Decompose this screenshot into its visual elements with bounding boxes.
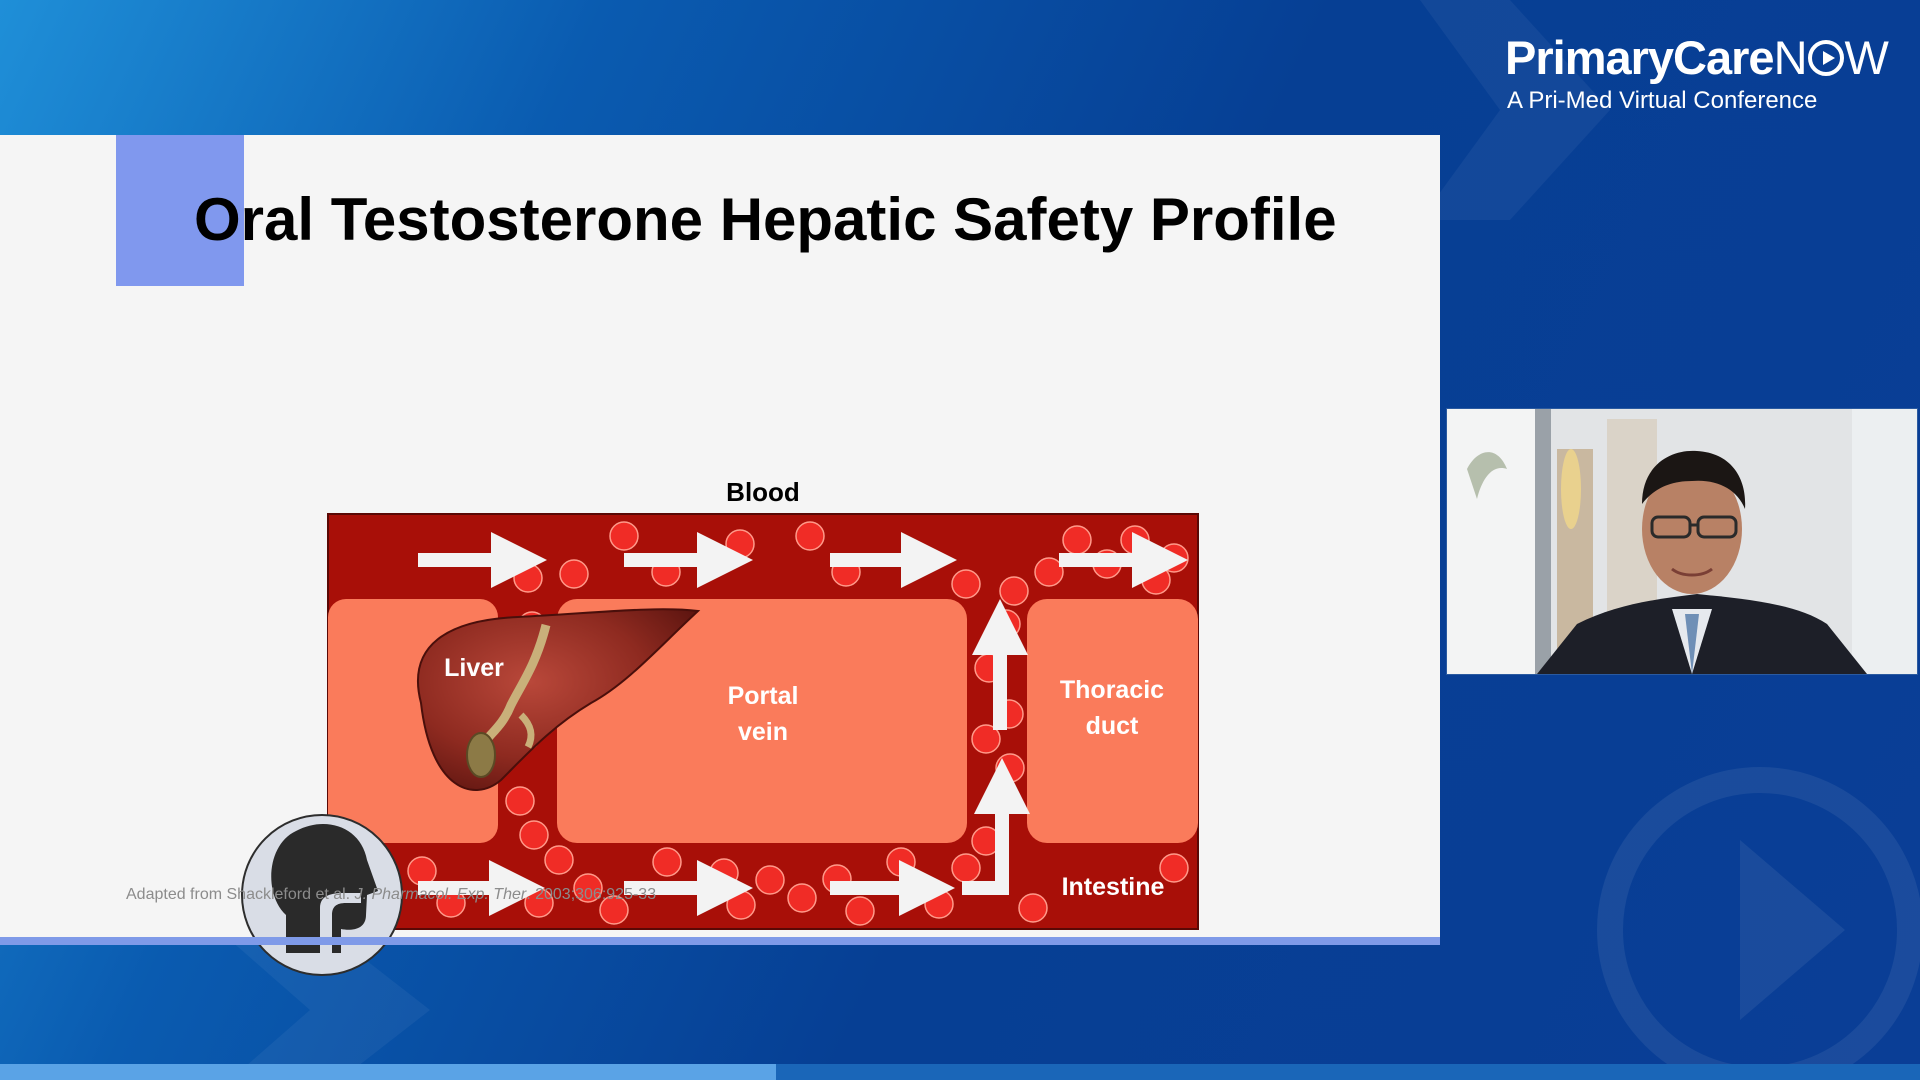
progress-fill — [0, 1064, 776, 1080]
brand-logo: PrimaryCare N W A Pri-Med Virtual Conferen… — [1505, 30, 1889, 115]
citation-suffix: . 2003;306:925-33 — [526, 886, 657, 903]
liver-label: Liver — [444, 654, 504, 682]
slide-bottom-bar — [0, 937, 1440, 945]
presenter-video-frame — [1447, 409, 1917, 674]
blood-label: Blood — [726, 477, 800, 507]
thoracic-duct-label-1: Thoracic — [1060, 676, 1164, 704]
citation-prefix: Adapted from Shackleford et al. — [126, 886, 355, 903]
brand-name-w: W — [1844, 31, 1889, 84]
slide-title: Oral Testosterone Hepatic Safety Profile — [194, 186, 1337, 253]
citation-journal: J. Pharmacol. Exp. Ther — [354, 886, 527, 903]
brand-name-n: N — [1773, 31, 1808, 84]
thoracic-duct-label-2: duct — [1086, 712, 1139, 740]
brand-tagline: A Pri-Med Virtual Conference — [1507, 87, 1818, 114]
presenter-video[interactable] — [1446, 408, 1918, 675]
citation: Adapted from Shackleford et al. J. Pharm… — [126, 886, 656, 904]
brand-name-bold: PrimaryCare — [1505, 31, 1775, 84]
brand-name: PrimaryCare N W — [1505, 30, 1889, 85]
play-circle-icon — [1807, 39, 1844, 76]
presentation-slide: Oral Testosterone Hepatic Safety Profile… — [0, 135, 1440, 976]
portal-vein-label-1: Portal — [728, 682, 799, 710]
intestine-label: Intestine — [1062, 873, 1165, 901]
portal-vein-label-2: vein — [738, 718, 788, 746]
